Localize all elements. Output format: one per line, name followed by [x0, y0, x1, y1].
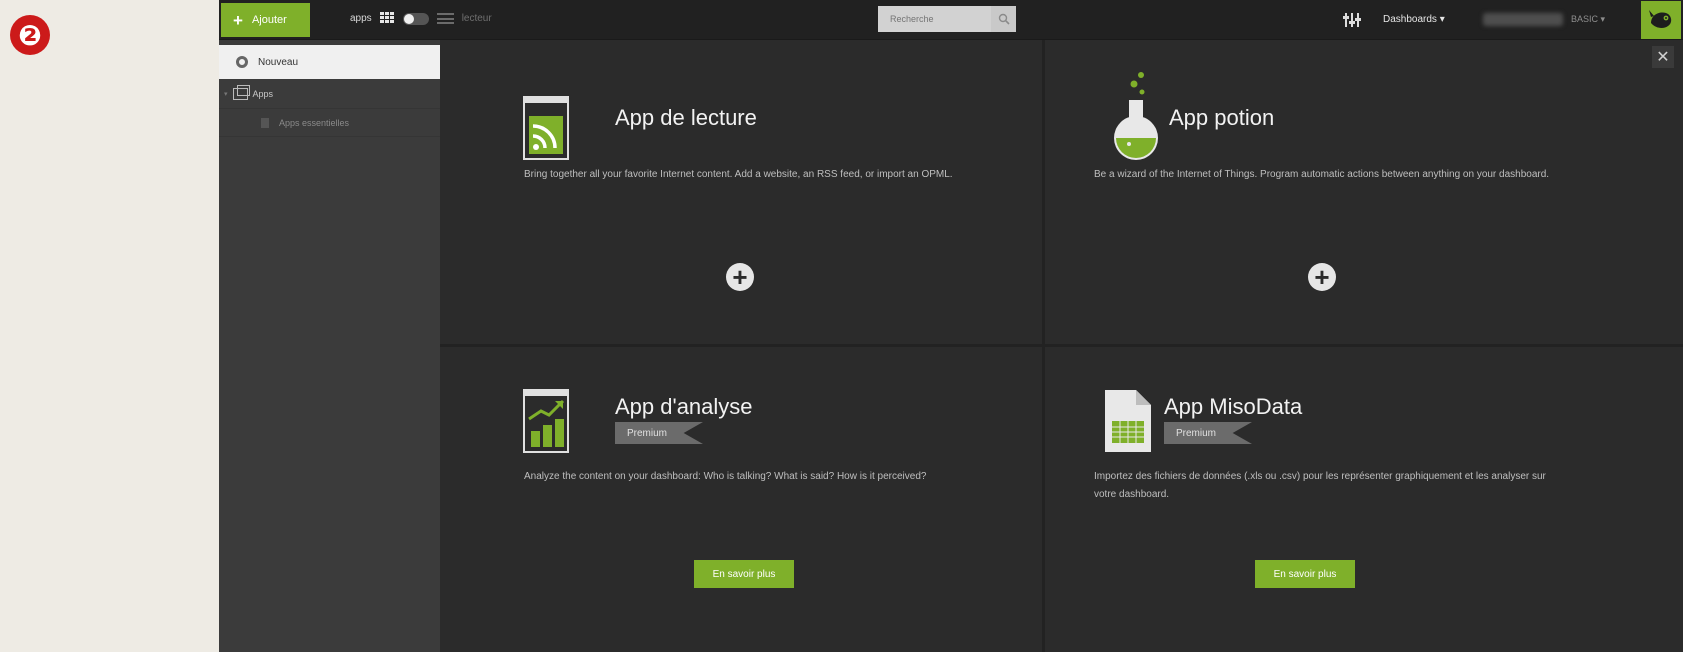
sidebar-item-essential-apps-label: Apps essentielles [279, 117, 350, 128]
view-toggle[interactable] [402, 12, 429, 25]
rss-window-icon [523, 96, 569, 160]
sliders-settings-icon[interactable] [1343, 13, 1361, 27]
sidebar-item-apps-label: Apps [252, 88, 274, 99]
user-menu[interactable]: BASIC ▾ [1571, 14, 1605, 25]
card-description: Bring together all your favorite Interne… [524, 169, 953, 180]
add-app-button[interactable]: + [1308, 263, 1336, 291]
grid-view-icon[interactable] [379, 12, 395, 25]
app-window: + Ajouter apps lecteur Dashboards ▾ BASI… [219, 0, 1683, 652]
plus-icon: + [233, 10, 243, 30]
card-title: App MisoData [1164, 394, 1303, 419]
apps-windows-icon [232, 84, 250, 100]
add-button[interactable]: + Ajouter [221, 3, 310, 37]
app-card-reader [440, 40, 1042, 344]
search-icon[interactable] [991, 6, 1016, 32]
collapse-chevron-icon[interactable]: ▾ [224, 90, 228, 98]
search-box [878, 6, 1016, 32]
spreadsheet-file-icon [1105, 390, 1151, 452]
apps-view-label: apps [350, 13, 372, 24]
card-title: App d'analyse [615, 394, 753, 419]
card-description: Be a wizard of the Internet of Things. P… [1094, 169, 1550, 180]
sidebar-item-essential-apps[interactable]: Apps essentielles [219, 109, 440, 137]
view-switch: apps lecteur [350, 12, 492, 25]
sidebar-item-new[interactable]: Nouveau [219, 45, 440, 79]
card-description: Analyze the content on your dashboard: W… [524, 471, 927, 482]
sidebar: Nouveau ▾ Apps Apps essentielles [219, 40, 440, 652]
add-app-button[interactable]: + [726, 263, 754, 291]
search-input[interactable] [878, 6, 991, 32]
reader-view-label[interactable]: lecteur [462, 13, 492, 24]
sidebar-item-apps[interactable]: ▾ Apps [219, 79, 440, 109]
list-view-icon[interactable] [436, 13, 454, 24]
learn-more-button[interactable]: En savoir plus [694, 560, 794, 588]
sidebar-item-new-label: Nouveau [258, 56, 299, 68]
chart-window-icon [523, 389, 569, 453]
user-name-blurred [1483, 13, 1563, 26]
add-button-label: Ajouter [251, 14, 287, 26]
top-bar: + Ajouter apps lecteur Dashboards ▾ BASI… [219, 0, 1683, 40]
potion-flask-icon [1114, 72, 1158, 160]
card-title: App potion [1169, 105, 1275, 130]
dashboards-menu[interactable]: Dashboards ▾ [1383, 14, 1445, 25]
new-circle-icon [236, 56, 248, 68]
learn-more-button[interactable]: En savoir plus [1255, 560, 1355, 588]
panel-divider-horizontal [440, 344, 1683, 347]
chameleon-logo-icon [1649, 10, 1672, 28]
card-description: Importez des fichiers de données (.xls o… [1094, 471, 1546, 500]
step-number-badge: ❷ [10, 15, 50, 55]
page-icon [261, 117, 269, 128]
card-title: App de lecture [615, 105, 757, 130]
close-icon[interactable]: ✕ [1652, 46, 1674, 68]
avatar[interactable] [1641, 1, 1681, 39]
